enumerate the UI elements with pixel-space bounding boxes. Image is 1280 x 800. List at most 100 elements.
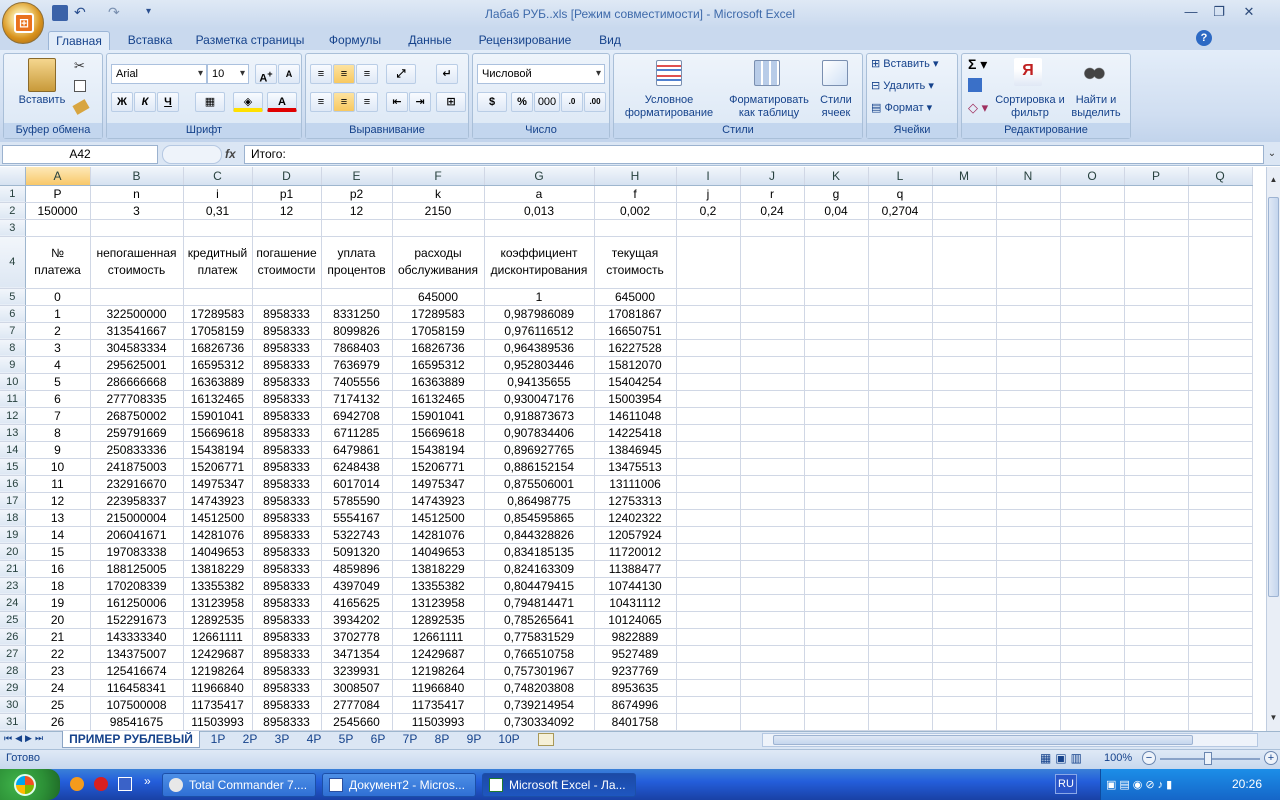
cell[interactable]: 11966840 <box>392 679 485 697</box>
cell[interactable]: 150000 <box>25 202 91 220</box>
cell[interactable]: 15206771 <box>183 458 253 476</box>
cell[interactable] <box>932 339 997 357</box>
cell[interactable] <box>804 373 869 391</box>
cell[interactable] <box>868 662 933 680</box>
cell[interactable]: 250833336 <box>90 441 184 459</box>
cell[interactable]: 125416674 <box>90 662 184 680</box>
column-header[interactable]: Q <box>1188 167 1253 186</box>
row-header[interactable]: 8 <box>0 339 26 357</box>
merge-cells-icon[interactable]: ⊞ <box>436 92 466 112</box>
cell[interactable]: 24 <box>25 679 91 697</box>
cell[interactable] <box>1060 628 1125 646</box>
cell[interactable]: 188125005 <box>90 560 184 578</box>
cell[interactable] <box>1188 509 1253 527</box>
cell[interactable]: 13355382 <box>183 577 253 595</box>
cell[interactable] <box>1060 390 1125 408</box>
cell[interactable] <box>868 543 933 561</box>
cell[interactable]: 13818229 <box>183 560 253 578</box>
cell[interactable]: 25 <box>25 696 91 714</box>
cell[interactable] <box>804 356 869 374</box>
cell[interactable]: 8958333 <box>252 696 322 714</box>
cell[interactable] <box>740 356 805 374</box>
name-box[interactable]: A42 <box>2 145 158 164</box>
close-button[interactable]: ✕ <box>1236 4 1262 22</box>
cell[interactable]: 17289583 <box>183 305 253 323</box>
cut-icon[interactable]: ✂ <box>74 58 85 74</box>
cell[interactable]: 0 <box>25 288 91 306</box>
cell[interactable] <box>740 628 805 646</box>
cell[interactable]: 8 <box>25 424 91 442</box>
start-button[interactable] <box>0 769 60 800</box>
opera-icon[interactable] <box>94 777 108 791</box>
cell[interactable]: 5091320 <box>321 543 393 561</box>
cell[interactable] <box>740 662 805 680</box>
cell[interactable]: 14512500 <box>392 509 485 527</box>
cell[interactable] <box>804 288 869 306</box>
cell[interactable]: 8958333 <box>252 492 322 510</box>
cell[interactable] <box>804 407 869 425</box>
cell[interactable]: 0,854595865 <box>484 509 595 527</box>
maximize-button[interactable]: ❐ <box>1206 4 1232 22</box>
cell[interactable] <box>676 424 741 442</box>
cell[interactable]: 6479861 <box>321 441 393 459</box>
cell[interactable]: № платежа <box>25 236 91 289</box>
wrap-text-icon[interactable]: ↵ <box>436 64 458 84</box>
column-header[interactable]: L <box>868 167 933 186</box>
cell[interactable]: 0,918873673 <box>484 407 595 425</box>
cell[interactable] <box>996 645 1061 663</box>
cell[interactable] <box>932 645 997 663</box>
cell[interactable] <box>996 185 1061 203</box>
cell[interactable] <box>996 696 1061 714</box>
column-header[interactable]: J <box>740 167 805 186</box>
cell[interactable] <box>740 577 805 595</box>
cell[interactable] <box>1188 713 1253 731</box>
cell[interactable] <box>676 713 741 731</box>
cell[interactable] <box>932 322 997 340</box>
cell[interactable]: 9822889 <box>594 628 677 646</box>
cell[interactable]: 8958333 <box>252 390 322 408</box>
cell[interactable] <box>868 339 933 357</box>
cell[interactable]: 645000 <box>392 288 485 306</box>
cell[interactable]: 8958333 <box>252 594 322 612</box>
cell[interactable]: 15669618 <box>183 424 253 442</box>
percent-button[interactable]: % <box>511 92 533 112</box>
column-header[interactable]: G <box>484 167 595 186</box>
cell[interactable]: 8958333 <box>252 560 322 578</box>
cell[interactable]: 15901041 <box>392 407 485 425</box>
cell[interactable] <box>676 441 741 459</box>
cell[interactable]: f <box>594 185 677 203</box>
cell[interactable] <box>1188 645 1253 663</box>
cell[interactable] <box>996 373 1061 391</box>
cell[interactable]: 215000004 <box>90 509 184 527</box>
column-header[interactable]: A <box>25 167 91 186</box>
italic-button[interactable]: К <box>134 92 156 112</box>
cell[interactable] <box>1060 356 1125 374</box>
tab-formulas[interactable]: Формулы <box>322 31 388 51</box>
cell[interactable] <box>676 628 741 646</box>
cell[interactable] <box>996 679 1061 697</box>
cell[interactable] <box>996 305 1061 323</box>
column-header[interactable]: O <box>1060 167 1125 186</box>
cell[interactable] <box>804 458 869 476</box>
cell[interactable]: 12198264 <box>392 662 485 680</box>
cell[interactable] <box>1060 611 1125 629</box>
cell[interactable] <box>740 560 805 578</box>
increase-indent-icon[interactable]: ⇥ <box>409 92 431 112</box>
new-sheet-icon[interactable] <box>538 733 554 746</box>
cell[interactable]: a <box>484 185 595 203</box>
cell[interactable]: 304583334 <box>90 339 184 357</box>
sheet-tab-10p[interactable]: 10Р <box>490 731 528 748</box>
cell[interactable] <box>1060 407 1125 425</box>
cell[interactable] <box>740 322 805 340</box>
cell[interactable]: 16826736 <box>392 339 485 357</box>
cell[interactable] <box>1124 322 1189 340</box>
horizontal-scrollbar[interactable] <box>762 733 1258 747</box>
find-select-button[interactable]: Найти и выделить <box>1066 94 1126 120</box>
align-bottom-icon[interactable]: ≡ <box>356 64 378 84</box>
cell[interactable]: 8958333 <box>252 356 322 374</box>
cell[interactable] <box>804 390 869 408</box>
row-header[interactable]: 21 <box>0 560 26 578</box>
cell[interactable]: 143333340 <box>90 628 184 646</box>
sheet-tab-4p[interactable]: 4Р <box>298 731 330 748</box>
cell[interactable] <box>932 458 997 476</box>
